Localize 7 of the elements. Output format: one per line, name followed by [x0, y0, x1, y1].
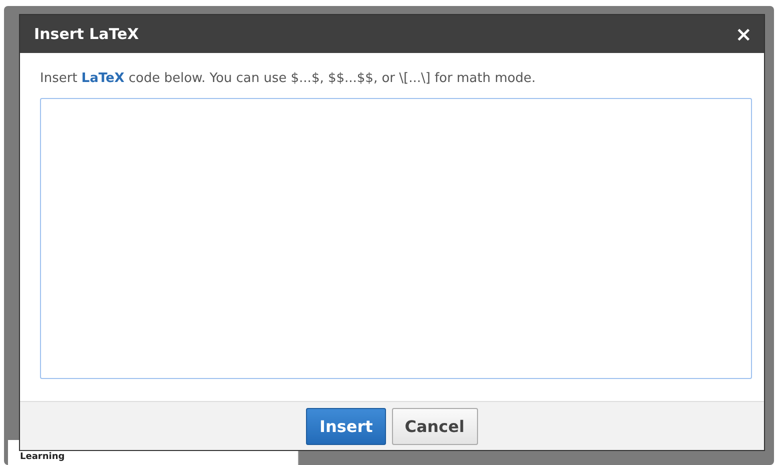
table-cell: Learning: [20, 452, 65, 463]
latex-input-field[interactable]: [40, 98, 752, 379]
close-button[interactable]: ×: [735, 22, 752, 46]
cancel-button[interactable]: Cancel: [392, 408, 478, 444]
insert-button[interactable]: Insert: [306, 408, 386, 444]
instruction-text: Insert LaTeX code below. You can use $...$, $$...$$, or \[...\] for math mode.: [40, 71, 537, 86]
dialog-title: Insert LaTeX: [34, 25, 139, 43]
